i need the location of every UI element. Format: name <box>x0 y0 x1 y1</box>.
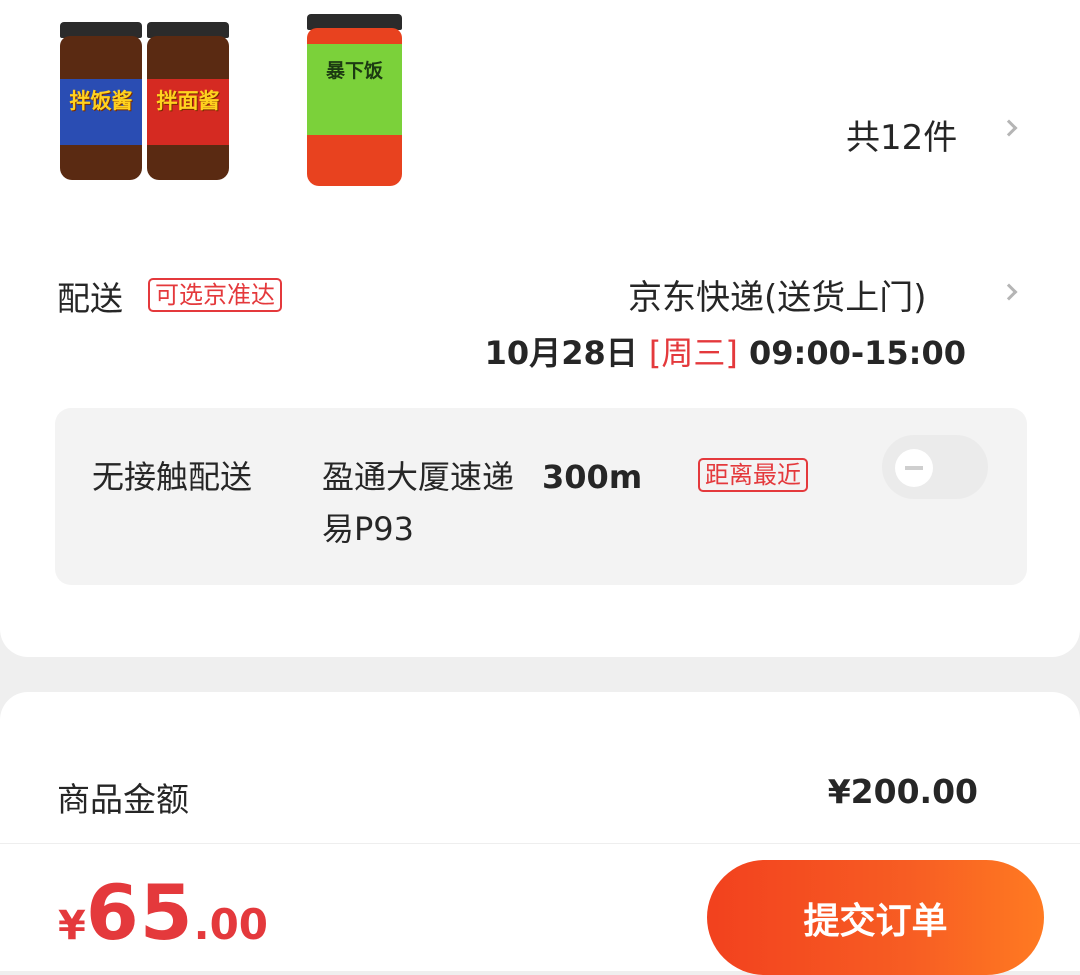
toggle-knob <box>895 449 933 487</box>
total-integer: 65 <box>85 868 194 957</box>
total-decimal: .00 <box>193 900 269 949</box>
chevron-right-icon[interactable] <box>1000 119 1018 137</box>
delivery-weekday: [周三] <box>648 334 738 372</box>
product-label: 暴下饭 <box>325 60 383 83</box>
pickup-location-code: 易P93 <box>322 510 415 548</box>
chevron-right-icon[interactable] <box>1000 283 1018 301</box>
delivery-time-range: 09:00-15:00 <box>749 334 966 372</box>
product-image-banfanjiang[interactable]: 拌饭酱 <box>60 22 142 180</box>
product-image-banmianjiang[interactable]: 拌面酱 <box>147 22 229 180</box>
item-count[interactable]: 共12件 <box>846 110 957 159</box>
pickup-location-name: 盈通大厦速递 <box>322 458 515 496</box>
jingzhunda-tag[interactable]: 可选京准达 <box>148 278 282 312</box>
delivery-time[interactable]: 10月28日 [周三] 09:00-15:00 <box>485 328 966 374</box>
divider <box>0 843 1080 844</box>
product-image-baoxiafan[interactable]: 暴下饭 <box>307 14 402 186</box>
currency-symbol: ¥ <box>58 903 86 949</box>
pickup-distance: 300m <box>542 458 643 496</box>
total-price: ¥65.00 <box>58 868 268 957</box>
nearest-tag: 距离最近 <box>698 458 808 492</box>
goods-amount-label: 商品金额 <box>57 780 189 819</box>
order-card: 拌饭酱 拌面酱 暴下饭 共12件 配送 可选京准达 京东快递(送货上门) 10月… <box>0 0 1080 657</box>
delivery-method[interactable]: 京东快递(送货上门) <box>628 270 927 319</box>
submit-order-button[interactable]: 提交订单 <box>707 860 1044 975</box>
product-label: 拌面酱 <box>156 88 220 113</box>
goods-amount-value: ¥200.00 <box>827 772 978 811</box>
contactless-label: 无接触配送 <box>92 458 253 496</box>
delivery-date: 10月28日 <box>484 334 638 372</box>
pickup-location: 盈通大厦速递 300m <box>322 452 642 498</box>
delivery-label: 配送 <box>57 279 123 318</box>
product-label: 拌饭酱 <box>69 88 133 113</box>
